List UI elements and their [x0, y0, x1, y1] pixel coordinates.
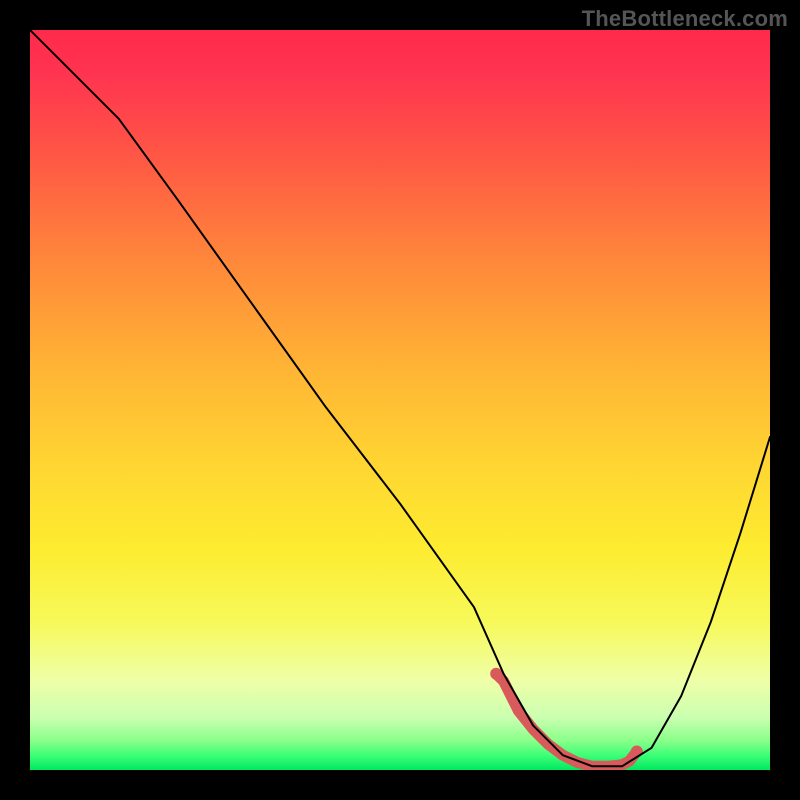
plot-area	[30, 30, 770, 770]
plot-svg	[30, 30, 770, 770]
tolerance-start-dot	[490, 668, 502, 680]
gradient-background	[30, 30, 770, 770]
watermark-text: TheBottleneck.com	[582, 6, 788, 32]
tolerance-end-dot	[631, 746, 643, 758]
